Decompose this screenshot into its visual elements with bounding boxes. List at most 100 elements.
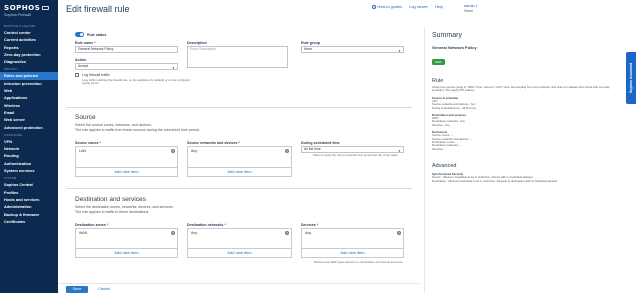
- add-new-item-button[interactable]: Add new item: [188, 248, 291, 257]
- remove-icon[interactable]: ✕: [171, 148, 175, 153]
- source-zones-label: Source zones *: [75, 141, 101, 145]
- log-traffic-label: Log firewall traffic: [82, 73, 110, 77]
- source-zones-list[interactable]: LAN ✕ Add new item: [75, 146, 178, 177]
- rule-group-select[interactable]: None ▼: [301, 46, 404, 53]
- source-networks-list[interactable]: Any ✕ Add new item: [187, 146, 292, 177]
- sidebar-item-wireless[interactable]: Wireless: [0, 102, 58, 109]
- sidebar-item-web[interactable]: Web: [0, 87, 58, 94]
- sidebar-item-email[interactable]: Email: [0, 109, 58, 116]
- sidebar-item-vpn[interactable]: VPN: [0, 138, 58, 145]
- sidebar-item-advanced-protection[interactable]: Advanced protection: [0, 124, 58, 131]
- sidebar-item-authentication[interactable]: Authentication: [0, 160, 58, 167]
- summary-rule-heading: Rule: [432, 78, 444, 84]
- list-item: WAN: [79, 231, 88, 235]
- sidebar-item-web-server[interactable]: Web server: [0, 116, 58, 123]
- sidebar-item-network[interactable]: Network: [0, 145, 58, 152]
- description-textarea[interactable]: Enter Description: [187, 46, 288, 68]
- sidebar: SOPHOS Sophos Firewall Monitor & analyze…: [0, 0, 58, 293]
- chevron-down-icon: ▼: [172, 65, 175, 70]
- how-to-guides-link[interactable]: How-to guides: [372, 4, 402, 9]
- save-button[interactable]: Save: [66, 286, 88, 293]
- sidebar-item-hosts-and-services[interactable]: Hosts and services: [0, 196, 58, 203]
- sidebar-item-backup-firmware[interactable]: Backup & firmware: [0, 211, 58, 218]
- sidebar-item-diagnostics[interactable]: Diagnostics: [0, 58, 58, 65]
- rule-name-label: Rule name *: [75, 41, 96, 45]
- cancel-button[interactable]: Cancel: [98, 286, 110, 293]
- log-viewer-link[interactable]: Log viewer: [409, 4, 428, 9]
- destination-sub1: Select the destination zones, networks, …: [75, 205, 174, 209]
- log-traffic-hint: Logs traffic matching the firewall rule,…: [82, 78, 190, 86]
- rule-name-input[interactable]: General Network Policy: [75, 46, 178, 53]
- guide-icon: [372, 4, 377, 9]
- remove-icon[interactable]: ✕: [285, 148, 289, 153]
- sidebar-section-title: Configure: [4, 133, 22, 137]
- log-traffic-checkbox[interactable]: [75, 73, 79, 77]
- header-links: How-to guides Log viewer Help: [372, 4, 443, 9]
- user-menu[interactable]: admin ▾: [464, 3, 477, 8]
- services-label: Services *: [301, 223, 319, 227]
- sidebar-item-profiles[interactable]: Profiles: [0, 189, 58, 196]
- sidebar-item-applications[interactable]: Applications: [0, 94, 58, 101]
- remove-icon[interactable]: ✕: [397, 230, 401, 235]
- sidebar-item-system-services[interactable]: System services: [0, 167, 58, 174]
- action-label: Action: [75, 58, 87, 62]
- footer: Save Cancel: [58, 283, 419, 293]
- destination-sub2: The rule applies to traffic to these des…: [75, 210, 150, 214]
- destination-heading: Destination and services: [75, 196, 146, 203]
- sidebar-section-title: Protect: [4, 68, 19, 72]
- sidebar-item-routing[interactable]: Routing: [0, 152, 58, 159]
- destination-zones-label: Destination zones *: [75, 223, 109, 227]
- rule-status-toggle[interactable]: [75, 32, 84, 37]
- rule-status-label: Rule status: [87, 32, 107, 37]
- sidebar-item-current-activities[interactable]: Current activities: [0, 36, 58, 43]
- sidebar-item-rules-and-policies[interactable]: Rules and policies: [0, 72, 58, 80]
- list-item: Any: [305, 231, 312, 235]
- sidebar-item-control-center[interactable]: Control center: [0, 29, 58, 36]
- sidebar-item-certificates[interactable]: Certificates: [0, 218, 58, 225]
- remove-icon[interactable]: ✕: [285, 230, 289, 235]
- remove-icon[interactable]: ✕: [171, 230, 175, 235]
- destination-zones-list[interactable]: WAN ✕ Add new item: [75, 228, 178, 258]
- summary-source-text3: During scheduled time : All the time: [432, 105, 476, 110]
- services-list[interactable]: Any ✕ Add new item: [301, 228, 404, 258]
- divider: [66, 188, 412, 189]
- source-sub2: The rule applies to traffic from these s…: [75, 128, 200, 132]
- sidebar-section-title: System: [4, 177, 17, 181]
- summary-title: Summary: [432, 32, 462, 39]
- sidebar-item-zero-day-protection[interactable]: Zero-day protection: [0, 51, 58, 58]
- summary-sync-text2: Destination : Minimum heartbeat to be in…: [432, 178, 557, 183]
- summary-advanced-heading: Advanced: [432, 163, 457, 170]
- rule-group-label: Rule group: [301, 41, 320, 45]
- sidebar-item-sophos-central[interactable]: Sophos Central: [0, 181, 58, 188]
- help-link[interactable]: Help: [435, 4, 443, 9]
- list-item: Any: [191, 149, 198, 153]
- sophos-assistant-tab[interactable]: Sophos Assistant: [626, 52, 636, 104]
- status-badge: NEW: [432, 59, 445, 65]
- brand-logo: SOPHOS: [4, 3, 54, 12]
- main-content: Rule status Rule name * General Network …: [58, 28, 419, 275]
- header: Edit firewall rule How-to guides Log vie…: [58, 0, 640, 20]
- add-new-item-button[interactable]: Add new item: [302, 248, 403, 257]
- sidebar-section-title: Monitor & analyze: [4, 25, 36, 28]
- nav: Monitor & analyze Control center Current a…: [0, 22, 58, 225]
- sidebar-item-reports[interactable]: Reports: [0, 44, 58, 51]
- destination-networks-list[interactable]: Any ✕ Add new item: [187, 228, 292, 258]
- add-new-item-button[interactable]: Add new item: [188, 167, 291, 176]
- user-area: admin ▾ Home: [464, 3, 477, 13]
- schedule-select[interactable]: All the time ▼: [301, 146, 404, 153]
- brand-product: Sophos Firewall: [4, 13, 32, 17]
- source-heading: Source: [75, 114, 96, 121]
- add-new-item-button[interactable]: Add new item: [76, 167, 177, 176]
- source-networks-label: Source networks and devices *: [187, 141, 240, 145]
- firewall-badge-icon: [42, 5, 50, 10]
- summary-exclusions-text5: Services : -: [432, 146, 446, 151]
- add-new-item-button[interactable]: Add new item: [76, 248, 177, 257]
- description-label: Description: [187, 41, 207, 45]
- page-title: Edit firewall rule: [66, 4, 130, 14]
- sidebar-item-administration[interactable]: Administration: [0, 203, 58, 210]
- schedule-hint: Select to apply the rule to a specific t…: [313, 153, 399, 157]
- breadcrumb-home[interactable]: Home: [464, 9, 477, 13]
- sidebar-item-intrusion-prevention[interactable]: Intrusion prevention: [0, 80, 58, 87]
- list-item: LAN: [79, 149, 86, 153]
- action-select[interactable]: Accept ▼: [75, 63, 178, 70]
